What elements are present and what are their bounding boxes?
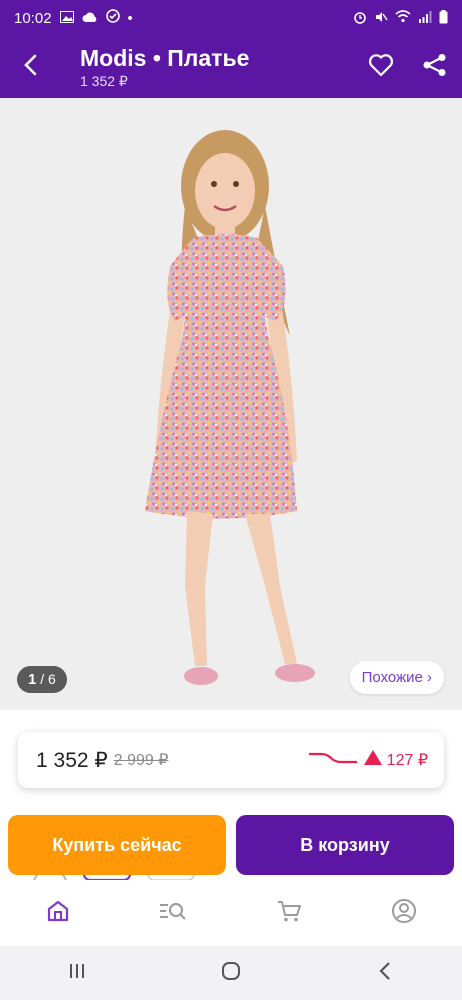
mute-icon [374,10,388,27]
cloud-notification-icon [82,10,98,27]
share-button[interactable] [408,36,462,98]
heart-icon [368,53,394,82]
price-history-trend[interactable]: 127 ₽ [307,748,428,773]
page-subtitle-price: 1 352 ₽ [80,72,128,89]
price-trend-value: 127 ₽ [386,752,428,769]
wifi-icon [395,10,411,26]
similar-products-button[interactable]: Похожие › [349,661,444,694]
price-trend-graph-icon [307,748,359,773]
nav-catalog[interactable] [143,883,203,943]
nav-profile[interactable] [374,883,434,943]
image-counter-separator: / [36,671,49,687]
buy-now-button[interactable]: Купить сейчас [8,815,226,875]
system-navigation-bar [0,946,462,1000]
current-price: 1 352 ₽ [36,748,108,772]
old-price: 2 999 ₽ [113,752,169,769]
home-icon [46,899,70,928]
action-buttons: Купить сейчас В корзину [8,815,454,875]
alarm-icon [353,10,367,27]
profile-icon [391,898,417,929]
page-title: Modis • Платье [80,44,250,71]
bottom-navigation [0,880,462,946]
back-arrow-icon [22,54,40,81]
product-photo [145,130,315,685]
check-circle-notification-icon [105,9,120,27]
add-to-cart-button[interactable]: В корзину [236,815,454,875]
status-time: 10:02 [14,9,52,27]
product-gallery[interactable]: 1 / 6 Похожие › [0,98,462,710]
share-icon [422,53,448,82]
recent-apps-button[interactable] [47,946,107,1000]
nav-cart[interactable] [259,883,319,943]
price-up-triangle-icon [363,749,383,771]
back-button[interactable] [0,36,62,98]
cart-icon [276,899,302,928]
header-title-block: Modis • Платье 1 352 ₽ [62,45,354,90]
price-card[interactable]: 1 352 ₽ 2 999 ₽ 127 ₽ [18,732,444,788]
battery-icon [439,9,448,27]
status-dot: • [127,9,133,27]
home-system-button[interactable] [201,946,261,1000]
image-counter: 1 / 6 [17,666,67,693]
chevron-left-icon [378,961,392,986]
app-header: Modis • Платье 1 352 ₽ [0,36,462,98]
home-circle-icon [221,961,241,986]
favorite-button[interactable] [354,36,408,98]
system-back-button[interactable] [355,946,415,1000]
status-bar: 10:02 • [0,0,462,36]
image-counter-total: 6 [48,671,56,687]
gallery-notification-icon [59,10,74,27]
nav-home[interactable] [28,883,88,943]
recent-apps-icon [68,962,86,985]
catalog-search-icon [158,899,188,928]
signal-icon [418,10,432,26]
